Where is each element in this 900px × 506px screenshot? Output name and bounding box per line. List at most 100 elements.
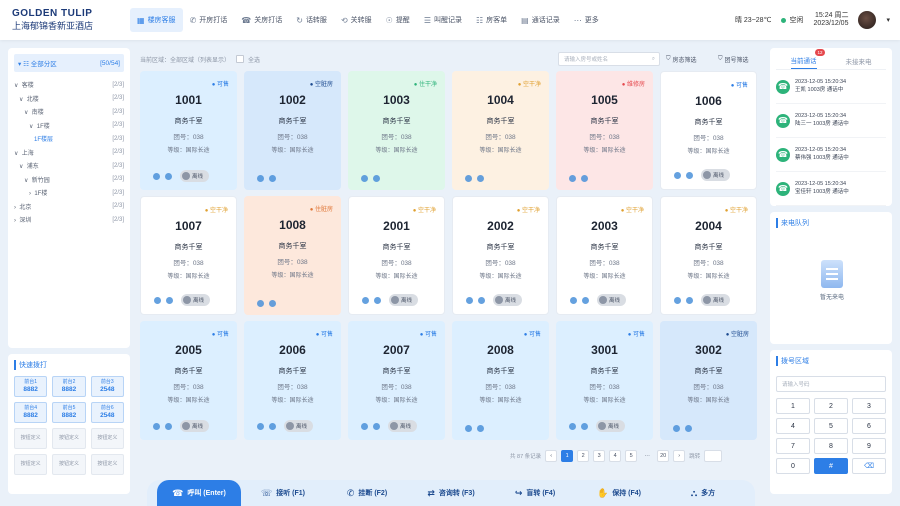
message-icon[interactable] xyxy=(477,425,484,432)
phone-line-icon[interactable] xyxy=(257,300,264,307)
tab-9[interactable]: ⋯ 更多 xyxy=(567,8,606,32)
room-card[interactable]: ● 空脏房 1002 商务千室 团号：038 等级：国际长途 xyxy=(244,71,341,190)
tab-2[interactable]: ☎ 关房打话 xyxy=(234,8,289,32)
dial-key[interactable]: 3 xyxy=(852,398,886,414)
room-card[interactable]: ● 空干净 1004 商务千室 团号：038 等级：国际长途 xyxy=(452,71,549,190)
message-icon[interactable] xyxy=(269,422,276,430)
call-item[interactable]: ☎ 2023-12-05 15:20:34 蔡伟强 1003房 通话中 xyxy=(776,138,886,172)
agent-status[interactable]: 空闲 xyxy=(781,15,803,25)
quick-dial-button[interactable]: 前台4 8882 xyxy=(14,402,48,423)
next-page-button[interactable]: › xyxy=(673,450,686,462)
dial-key[interactable]: 6 xyxy=(852,418,886,434)
tree-item[interactable]: › 深圳 [2/3] xyxy=(14,213,124,227)
room-card[interactable]: ● 住干净 1003 商务千室 团号：038 等级：国际长途 xyxy=(348,71,445,190)
phone-line-icon[interactable] xyxy=(570,296,577,304)
message-icon[interactable] xyxy=(165,172,172,180)
tree-item[interactable]: ∨ 1F楼 [2/3] xyxy=(14,119,124,133)
quick-dial-button[interactable]: 按钮定义 xyxy=(90,454,124,475)
phone-line-icon[interactable] xyxy=(361,422,368,430)
dial-key[interactable]: 0 xyxy=(776,458,810,474)
tab-5[interactable]: ☉ 提醒 xyxy=(379,8,417,32)
phone-line-icon[interactable] xyxy=(154,296,161,304)
backspace-key[interactable]: ⌫ xyxy=(852,458,886,474)
call-item[interactable]: ☎ 2023-12-05 15:20:34 陆三一 1003房 通话中 xyxy=(776,104,886,138)
message-icon[interactable] xyxy=(166,296,173,304)
search-input[interactable]: 请输入房号或姓名 ⌕ xyxy=(558,52,660,66)
room-card[interactable]: ● 可售 2006 商务千室 团号：038 等级：国际长途 离线 xyxy=(244,321,341,440)
page-button[interactable]: 20 xyxy=(657,450,670,462)
phone-line-icon[interactable] xyxy=(674,296,681,304)
message-icon[interactable] xyxy=(581,422,588,430)
phone-line-icon[interactable] xyxy=(673,425,680,432)
phone-line-icon[interactable] xyxy=(569,175,576,182)
call-item[interactable]: ☎ 2023-12-05 15:20:34 王凯 1003房 通话中 xyxy=(776,70,886,104)
page-button[interactable]: ··· xyxy=(641,450,653,462)
tree-item[interactable]: ∨ 浦东 [2/3] xyxy=(14,159,124,173)
tree-item[interactable]: ∨ 北楼 [2/3] xyxy=(14,92,124,106)
message-icon[interactable] xyxy=(269,175,276,182)
phone-line-icon[interactable] xyxy=(465,175,472,182)
tree-item[interactable]: ∨ 新竹园 [2/3] xyxy=(14,173,124,187)
message-icon[interactable] xyxy=(686,296,693,304)
tab-1[interactable]: ✆ 开房打话 xyxy=(183,8,235,32)
message-icon[interactable] xyxy=(581,175,588,182)
tab-6[interactable]: ☰ 叫醒记录 xyxy=(417,8,469,32)
group-filter-button[interactable]: ⛉ 团号筛选 xyxy=(718,55,749,64)
dial-key[interactable]: # xyxy=(814,458,848,474)
room-card[interactable]: ● 空干净 2004 商务千室 团号：038 等级：国际长途 离线 xyxy=(660,196,757,315)
phone-line-icon[interactable] xyxy=(153,172,160,180)
page-button[interactable]: 2 xyxy=(577,450,590,462)
message-icon[interactable] xyxy=(165,422,172,430)
tree-item[interactable]: ∨ 上海 [2/3] xyxy=(14,146,124,160)
quick-dial-button[interactable]: 按钮定义 xyxy=(52,454,86,475)
phone-line-icon[interactable] xyxy=(257,422,264,430)
jump-input[interactable] xyxy=(704,450,723,462)
tab-3[interactable]: ↻ 话转服 xyxy=(289,8,334,32)
action-button-4[interactable]: ↪ 盲转 (F4) xyxy=(493,480,577,506)
tree-item[interactable]: 1F楼层 [2/3] xyxy=(14,132,124,146)
quick-dial-button[interactable]: 按钮定义 xyxy=(14,428,48,449)
message-icon[interactable] xyxy=(582,296,589,304)
tab-7[interactable]: ☷ 房客单 xyxy=(469,8,514,32)
tree-item[interactable]: › 北京 [2/3] xyxy=(14,200,124,214)
action-button-1[interactable]: ☏ 接听 (F1) xyxy=(241,480,325,506)
room-card[interactable]: ● 可售 2007 商务千室 团号：038 等级：国际长途 离线 xyxy=(348,321,445,440)
room-card[interactable]: ● 可售 2008 商务千室 团号：038 等级：国际长途 xyxy=(452,321,549,440)
message-icon[interactable] xyxy=(686,171,693,179)
room-card[interactable]: ● 可售 1006 商务千室 团号：038 等级：国际长途 离线 xyxy=(660,71,757,190)
tab-8[interactable]: ▤ 通话记录 xyxy=(514,8,567,32)
tab-missed-calls[interactable]: 未接来电 xyxy=(846,56,872,69)
avatar[interactable] xyxy=(858,11,877,29)
action-button-5[interactable]: ✋ 保持 (F4) xyxy=(577,480,661,506)
phone-line-icon[interactable] xyxy=(257,175,264,182)
dial-key[interactable]: 7 xyxy=(776,438,810,454)
action-button-0[interactable]: ☎ 呼叫 (Enter) xyxy=(157,480,241,506)
dial-key[interactable]: 1 xyxy=(776,398,810,414)
tree-root[interactable]: ▾ ☷ 全部分区 [50/54] xyxy=(14,54,124,72)
dial-input[interactable]: 请输入号码 xyxy=(776,376,886,392)
dial-key[interactable]: 9 xyxy=(852,438,886,454)
message-icon[interactable] xyxy=(477,175,484,182)
phone-line-icon[interactable] xyxy=(465,425,472,432)
quick-dial-button[interactable]: 前台1 8882 xyxy=(14,376,48,397)
phone-line-icon[interactable] xyxy=(361,175,368,182)
tab-0[interactable]: ▦ 楼房客服 xyxy=(130,8,183,32)
room-card[interactable]: ● 可售 3001 商务千室 团号：038 等级：国际长途 离线 xyxy=(556,321,653,440)
quick-dial-button[interactable]: 前台5 8882 xyxy=(52,402,86,423)
call-item[interactable]: ☎ 2023-12-05 15:20:34 宝佳轩 1003房 通话中 xyxy=(776,172,886,206)
message-icon[interactable] xyxy=(269,300,276,307)
page-button[interactable]: 4 xyxy=(609,450,622,462)
status-filter-button[interactable]: ⛉ 房态筛选 xyxy=(666,55,697,64)
action-button-2[interactable]: ✆ 挂断 (F2) xyxy=(325,480,409,506)
chevron-down-icon[interactable]: ▾ xyxy=(886,16,890,24)
tree-item[interactable]: ∨ 南楼 [2/3] xyxy=(14,105,124,119)
message-icon[interactable] xyxy=(685,425,692,432)
dial-key[interactable]: 2 xyxy=(814,398,848,414)
message-icon[interactable] xyxy=(478,296,485,304)
phone-line-icon[interactable] xyxy=(569,422,576,430)
action-button-6[interactable]: ⛬ 多方 xyxy=(661,480,745,506)
room-card[interactable]: ● 空干净 2003 商务千室 团号：038 等级：国际长途 离线 xyxy=(556,196,653,315)
message-icon[interactable] xyxy=(374,296,381,304)
room-card[interactable]: ● 维修房 1005 商务千室 团号：038 等级：国际长途 xyxy=(556,71,653,190)
room-card[interactable]: ● 空干净 2001 商务千室 团号：038 等级：国际长途 离线 xyxy=(348,196,445,315)
